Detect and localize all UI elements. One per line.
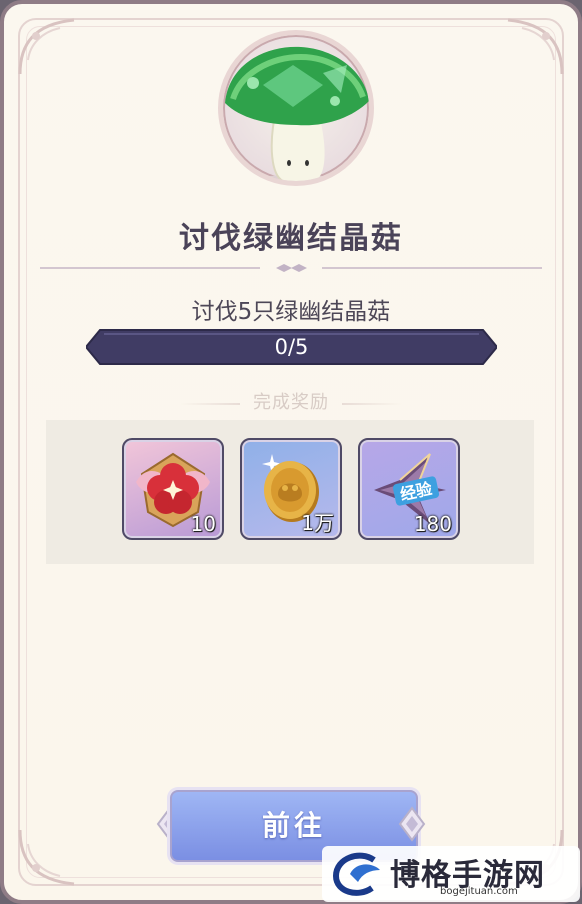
divider-line (342, 402, 403, 405)
brand-logo-icon (332, 852, 380, 896)
corner-ornament-icon (14, 820, 84, 890)
title-divider (40, 264, 542, 272)
reward-item-flower-emblem[interactable]: 10 (122, 438, 224, 540)
divider-line (179, 402, 240, 405)
reward-item-experience[interactable]: 经验 180 (358, 438, 460, 540)
reward-label: 完成奖励 (253, 392, 329, 413)
watermark-url: bogejituan.com (440, 886, 518, 897)
reward-item-gold-coin[interactable]: 1万 (240, 438, 342, 540)
corner-ornament-icon (14, 14, 84, 84)
progress-bar: 0/5 (86, 328, 497, 366)
quest-title: 讨伐绿幽结晶菇 (179, 221, 403, 256)
corner-ornament-icon (498, 14, 568, 84)
mushroom-icon (225, 46, 369, 181)
reward-label-row: 完成奖励 (0, 388, 582, 414)
reward-quantity: 180 (413, 512, 452, 536)
button-ornament-icon (398, 806, 426, 842)
progress-text: 0/5 (274, 335, 309, 359)
reward-quantity: 10 (190, 512, 216, 536)
reward-quantity: 1万 (301, 511, 334, 535)
quest-description: 讨伐5只绿幽结晶菇 (191, 299, 391, 325)
watermark: 博格手游网 bogejituan.com (322, 846, 580, 902)
monster-portrait (218, 30, 374, 186)
